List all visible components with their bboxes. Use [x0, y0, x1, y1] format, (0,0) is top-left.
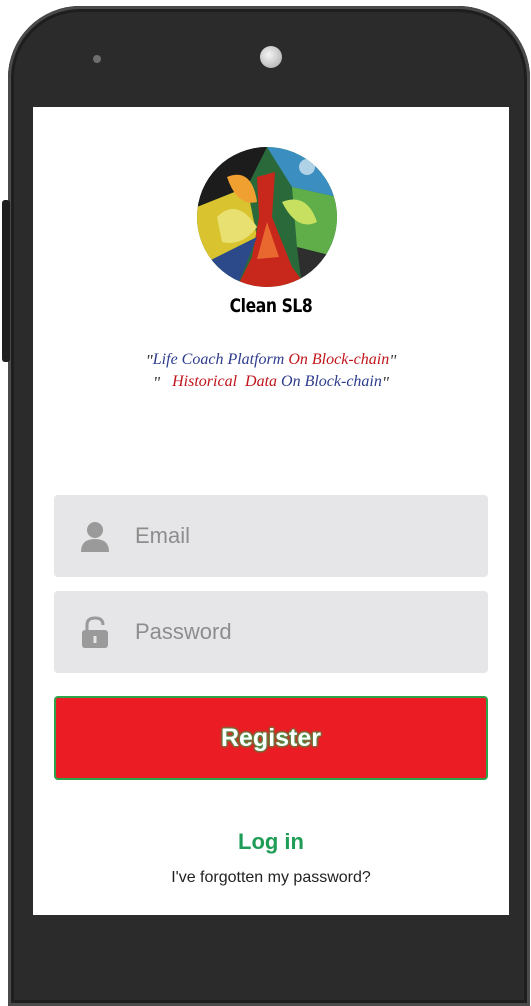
- app-logo-image: [197, 147, 337, 287]
- tagline-text: On Block-chain: [281, 373, 382, 390]
- phone-sensor-dot: [93, 55, 101, 63]
- tagline-text-accent: Data: [245, 373, 282, 390]
- tagline-text-accent: On Block-chain: [288, 351, 390, 368]
- tagline-quote-open: ": [152, 373, 161, 392]
- app-brand-name: Clean SL8: [229, 295, 313, 317]
- register-button-label: Register: [220, 724, 322, 752]
- email-placeholder: Email: [135, 523, 191, 548]
- tagline-line-2: " Historical Data On Block-chain": [33, 373, 509, 393]
- app-screen: Clean SL8 "Life Coach Platform On Block-…: [33, 107, 509, 915]
- password-field[interactable]: Password: [54, 591, 488, 673]
- tagline-quote-close: ": [381, 373, 390, 392]
- tagline-quote-close: ": [389, 351, 397, 370]
- tagline-line-1: "Life Coach Platform On Block-chain": [33, 351, 509, 371]
- tagline-text: Life Coach Platform: [152, 351, 289, 368]
- phone-side-button: [2, 200, 10, 362]
- phone-camera: [260, 46, 282, 68]
- password-placeholder: Password: [135, 619, 232, 644]
- register-button[interactable]: Register: [54, 696, 488, 780]
- tagline-text-accent: Historical: [172, 373, 242, 390]
- user-icon: [78, 519, 112, 553]
- tagline-quote-open: ": [145, 351, 153, 370]
- lock-icon: [78, 615, 112, 649]
- login-link[interactable]: Log in: [33, 829, 509, 855]
- email-field[interactable]: Email: [54, 495, 488, 577]
- forgot-password-link[interactable]: I've forgotten my password?: [33, 869, 509, 887]
